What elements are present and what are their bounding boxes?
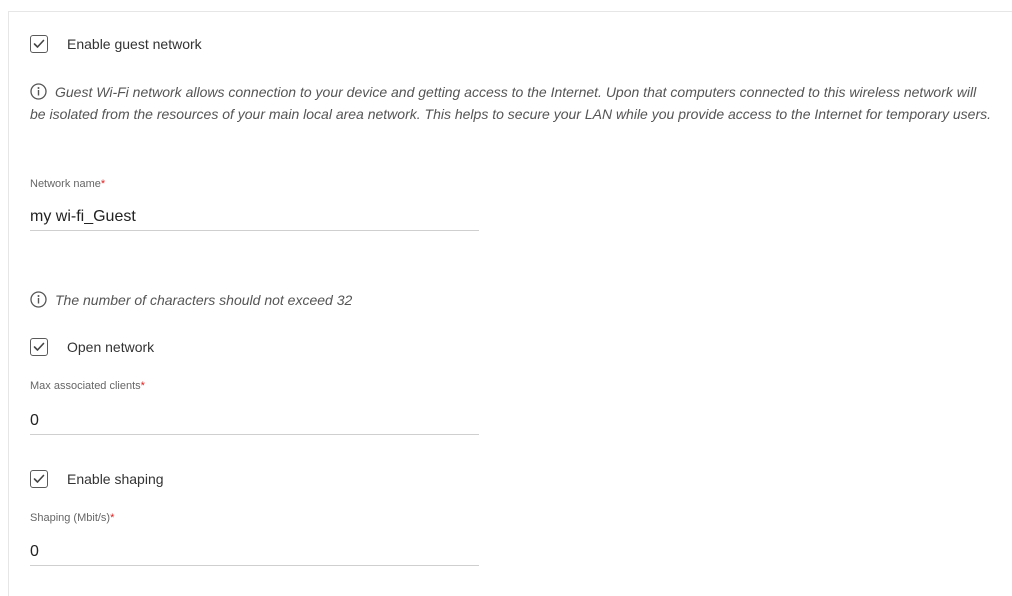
required-mark: * <box>100 178 106 190</box>
network-name-hint: The number of characters should not exce… <box>30 289 995 311</box>
guest-network-info: Guest Wi-Fi network allows connection to… <box>30 81 995 125</box>
checkmark-icon <box>33 39 45 48</box>
checkmark-icon <box>33 474 45 483</box>
enable-guest-network-label[interactable]: Enable guest network <box>67 36 202 52</box>
info-icon <box>30 291 47 308</box>
shaping-label: Shaping (Mbit/s)* <box>30 512 115 524</box>
required-mark: * <box>140 380 145 392</box>
enable-shaping-row: Enable shaping <box>30 469 164 489</box>
info-icon <box>30 83 47 100</box>
open-network-checkbox[interactable] <box>30 338 48 356</box>
required-mark: * <box>110 512 115 524</box>
max-clients-label: Max associated clients* <box>30 380 145 392</box>
max-clients-input[interactable] <box>30 408 479 435</box>
open-network-row: Open network <box>30 337 154 357</box>
network-name-label: Network name* <box>30 178 106 190</box>
guest-network-info-text: Guest Wi-Fi network allows connection to… <box>30 84 992 122</box>
network-name-hint-text: The number of characters should not exce… <box>55 292 353 308</box>
enable-shaping-checkbox[interactable] <box>30 470 48 488</box>
enable-shaping-label[interactable]: Enable shaping <box>67 471 164 487</box>
enable-guest-network-row: Enable guest network <box>30 34 202 54</box>
network-name-input[interactable] <box>30 204 479 231</box>
enable-guest-network-checkbox[interactable] <box>30 35 48 53</box>
open-network-label[interactable]: Open network <box>67 339 154 355</box>
shaping-input[interactable] <box>30 539 479 566</box>
checkmark-icon <box>33 342 45 351</box>
